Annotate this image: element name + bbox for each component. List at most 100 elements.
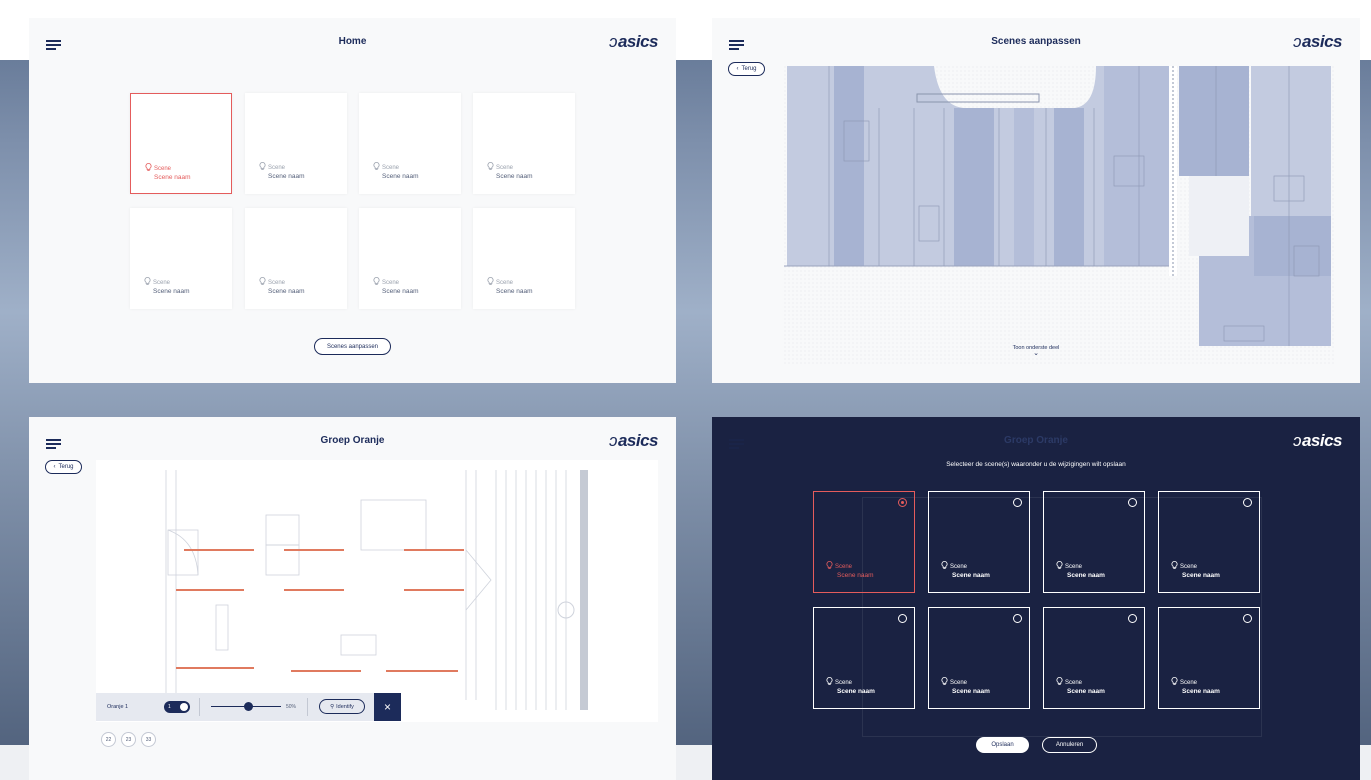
- scene-type: Scene: [373, 277, 399, 286]
- save-button[interactable]: Opslaan: [976, 737, 1029, 753]
- scene-select-card[interactable]: Scene Scene naam: [1158, 607, 1260, 709]
- group-floor-plan: [96, 460, 658, 722]
- slider-value: 50%: [286, 704, 297, 710]
- scene-name: Scene naam: [1067, 572, 1105, 579]
- toggle[interactable]: 1: [164, 701, 190, 713]
- cancel-button[interactable]: Annuleren: [1042, 737, 1097, 753]
- scene-name: Scene naam: [268, 288, 305, 295]
- page-title: Groep Oranje: [1004, 435, 1068, 446]
- scene-type: Scene: [145, 163, 171, 172]
- scene-name: Scene naam: [837, 572, 874, 579]
- asics-logo: ↄasics: [608, 431, 659, 450]
- page-chip[interactable]: 22: [101, 732, 116, 747]
- radio-button[interactable]: [898, 498, 907, 507]
- group-line: [284, 549, 344, 551]
- save-prompt: Selecteer de scene(s) waaronder u de wij…: [946, 461, 1126, 468]
- scene-name: Scene naam: [952, 688, 990, 695]
- scene-card[interactable]: Scene Scene naam: [245, 208, 347, 309]
- show-lower-link[interactable]: Toon onderste deel ⌄: [712, 345, 1360, 357]
- scene-name: Scene naam: [382, 173, 419, 180]
- scene-name: Scene naam: [154, 174, 191, 181]
- scene-type: Scene: [487, 277, 513, 286]
- scene-name: Scene naam: [268, 173, 305, 180]
- scene-card[interactable]: Scene Scene naam: [130, 208, 232, 309]
- lightbulb-icon: [1056, 561, 1063, 569]
- group-line: [404, 549, 464, 551]
- scenes-aanpassen-button[interactable]: Scenes aanpassen: [314, 338, 391, 355]
- scene-name: Scene naam: [837, 688, 875, 695]
- page-chip[interactable]: 33: [141, 732, 156, 747]
- slider-thumb[interactable]: [244, 702, 253, 711]
- scene-select-card[interactable]: Scene Scene naam: [928, 607, 1030, 709]
- scene-name: Scene naam: [1182, 572, 1220, 579]
- divider: [199, 698, 200, 716]
- radio-button[interactable]: [1013, 498, 1022, 507]
- scene-type: Scene: [1056, 561, 1082, 570]
- radio-button[interactable]: [1128, 614, 1137, 623]
- lightbulb-icon: [144, 277, 151, 285]
- scene-card[interactable]: Scene Scene naam: [359, 93, 461, 194]
- group-line: [284, 589, 344, 591]
- asics-logo: ↄasics: [608, 32, 659, 51]
- chevron-left-icon: ‹: [736, 66, 739, 72]
- scene-card[interactable]: Scene Scene naam: [245, 93, 347, 194]
- back-button[interactable]: ‹ Terug: [728, 62, 765, 76]
- scene-select-card[interactable]: Scene Scene naam: [1043, 491, 1145, 593]
- lightbulb-icon: [373, 162, 380, 170]
- lightbulb-icon: [1171, 561, 1178, 569]
- scene-card[interactable]: Scene Scene naam: [473, 208, 575, 309]
- identify-button[interactable]: ⚲ Identify: [319, 699, 365, 714]
- radio-button[interactable]: [1243, 614, 1252, 623]
- scene-name: Scene naam: [952, 572, 990, 579]
- page-title: Scenes aanpassen: [991, 36, 1081, 47]
- lightbulb-icon: [826, 561, 833, 569]
- group-line: [386, 670, 458, 672]
- header: Scenes aanpassen ↄasics: [712, 18, 1360, 58]
- search-icon: ⚲: [330, 703, 335, 710]
- scene-type: Scene: [826, 561, 852, 570]
- asics-logo: ↄasics: [1292, 32, 1343, 51]
- groep-panel: Groep Oranje ↄasics ‹ Terug Oranje 1 1 5…: [29, 417, 676, 780]
- floor-plan[interactable]: 1291643725202718812152113176102311142453…: [784, 66, 1334, 366]
- scene-type: Scene: [941, 561, 967, 570]
- lightbulb-icon: [941, 561, 948, 569]
- scene-select-card[interactable]: Scene Scene naam: [813, 491, 915, 593]
- scene-card[interactable]: Scene Scene naam: [130, 93, 232, 194]
- control-label: Oranje 1: [107, 704, 129, 710]
- scene-select-card[interactable]: Scene Scene naam: [928, 491, 1030, 593]
- control-bar: Oranje 1 1 50% ⚲ Identify ×: [96, 693, 401, 721]
- asics-logo: ↄasics: [1292, 431, 1343, 450]
- radio-button[interactable]: [1013, 614, 1022, 623]
- back-button[interactable]: ‹ Terug: [45, 460, 82, 474]
- lightbulb-icon: [373, 277, 380, 285]
- group-line: [404, 589, 464, 591]
- scene-type: Scene: [144, 277, 170, 286]
- floor-plan-lines: [165, 470, 588, 710]
- lightbulb-icon: [145, 163, 152, 171]
- radio-button[interactable]: [1243, 498, 1252, 507]
- group-line: [184, 549, 254, 551]
- scene-select-card[interactable]: Scene Scene naam: [813, 607, 915, 709]
- scene-card[interactable]: Scene Scene naam: [359, 208, 461, 309]
- scene-name: Scene naam: [1067, 688, 1105, 695]
- page-chip[interactable]: 23: [121, 732, 136, 747]
- radio-button[interactable]: [898, 614, 907, 623]
- save-panel: Groep Oranje ↄasics Selecteer de scene(s…: [712, 417, 1360, 780]
- scenes-panel: Scenes aanpassen ↄasics ‹Terug 129164372…: [712, 18, 1360, 383]
- ghost-background: [712, 417, 1360, 780]
- scene-select-card[interactable]: Scene Scene naam: [1043, 607, 1145, 709]
- scene-select-card[interactable]: Scene Scene naam: [1158, 491, 1260, 593]
- scene-name: Scene naam: [496, 288, 533, 295]
- radio-button[interactable]: [1128, 498, 1137, 507]
- chevron-down-icon: ⌄: [1033, 350, 1039, 357]
- group-line: [291, 670, 361, 672]
- header: Groep Oranje ↄasics: [29, 417, 676, 457]
- group-line: [176, 589, 244, 591]
- close-icon[interactable]: ×: [374, 693, 401, 721]
- lightbulb-icon: [1171, 677, 1178, 685]
- page-title: Home: [338, 36, 367, 47]
- header: Home ↄasics: [29, 18, 676, 58]
- scene-card[interactable]: Scene Scene naam: [473, 93, 575, 194]
- scene-type: Scene: [487, 162, 513, 171]
- scene-type: Scene: [826, 677, 852, 686]
